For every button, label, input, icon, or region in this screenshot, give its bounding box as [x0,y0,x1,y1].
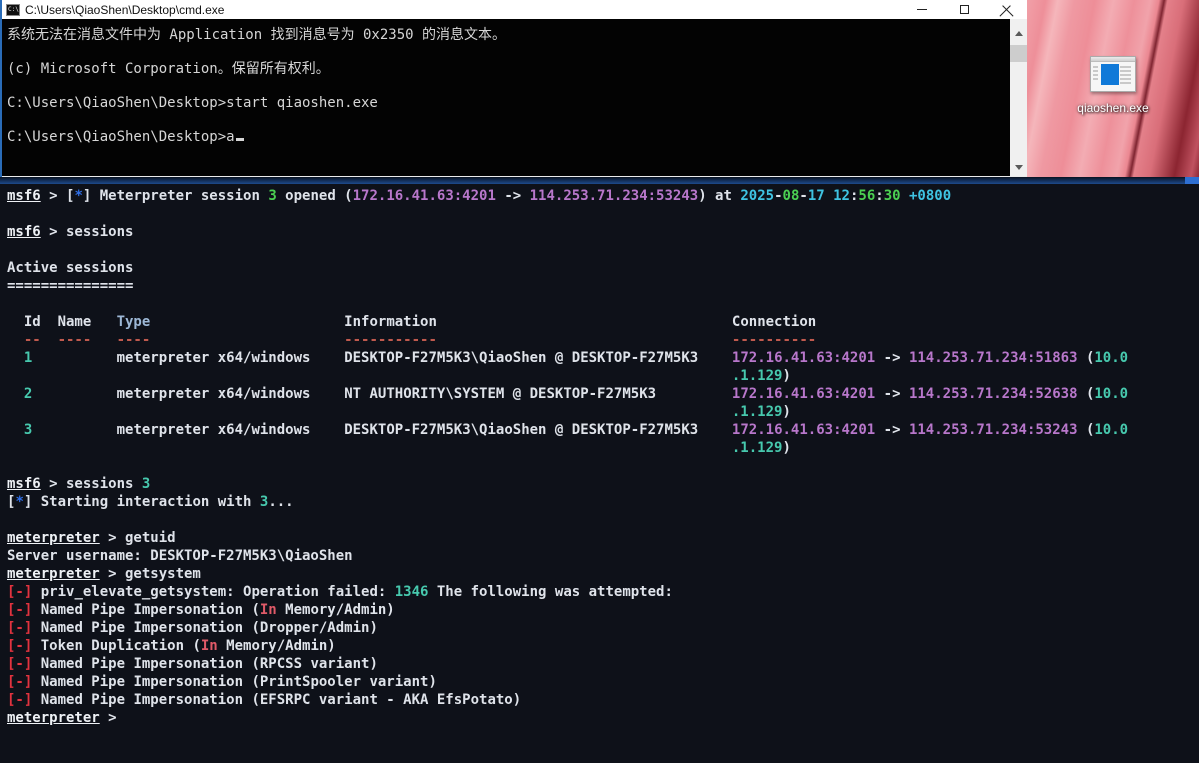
console-line: msf6 > sessions 3 [7,475,1199,493]
msf-window-top-border-accent [1185,177,1199,184]
desktop-wallpaper: qiaoshen.exe [1027,0,1199,177]
console-line: [-] Named Pipe Impersonation (Dropper/Ad… [7,619,1199,637]
msf-window-top-border [0,177,1199,184]
close-icon [1001,4,1012,15]
console-line: .1.129) [7,439,1199,457]
cmd-line: C:\Users\QiaoShen\Desktop>a [7,129,1010,163]
console-line: [-] Named Pipe Impersonation (RPCSS vari… [7,655,1199,673]
cmd-output[interactable]: 系统无法在消息文件中为 Application 找到消息号为 0x2350 的消… [2,19,1010,176]
maximize-icon [960,5,969,14]
cmd-window-title: C:\Users\QiaoShen\Desktop\cmd.exe [25,3,901,17]
cmd-line: (c) Microsoft Corporation。保留所有权利。 [7,61,1010,95]
console-line: Active sessions [7,259,1199,277]
cmd-app-icon [6,4,20,16]
console-line: =============== [7,277,1199,295]
console-line: [-] Token Duplication (In Memory/Admin) [7,637,1199,655]
console-line [7,205,1199,223]
console-line [7,511,1199,529]
console-line [7,241,1199,259]
console-line: meterpreter > getuid [7,529,1199,547]
console-line: meterpreter > getsystem [7,565,1199,583]
console-line: meterpreter > [7,709,1199,727]
scroll-down-button[interactable] [1010,159,1027,176]
console-line: .1.129) [7,403,1199,421]
console-line [7,295,1199,313]
cmd-line: C:\Users\QiaoShen\Desktop>start qiaoshen… [7,95,1010,129]
text-cursor [236,138,244,141]
console-line: Server username: DESKTOP-F27M5K3\QiaoShe… [7,547,1199,565]
minimize-icon [917,9,927,10]
desktop-icon-label: qiaoshen.exe [1043,101,1183,115]
console-line: -- ---- ---- ----------- ---------- [7,331,1199,349]
console-line: [-] Named Pipe Impersonation (In Memory/… [7,601,1199,619]
console-line: [*] Starting interaction with 3... [7,493,1199,511]
console-line: 3 meterpreter x64/windows DESKTOP-F27M5K… [7,421,1199,439]
cmd-window: C:\Users\QiaoShen\Desktop\cmd.exe 系统无法在消… [0,0,1027,177]
scrollbar-thumb[interactable] [1010,45,1027,62]
cmd-scrollbar[interactable] [1010,19,1027,176]
console-line: Id Name Type Information Connection [7,313,1199,331]
cmd-titlebar[interactable]: C:\Users\QiaoShen\Desktop\cmd.exe [2,0,1027,19]
console-line: [-] Named Pipe Impersonation (EFSRPC var… [7,691,1199,709]
arrow-down-icon [1015,165,1023,170]
close-button[interactable] [985,0,1027,19]
console-line: 1 meterpreter x64/windows DESKTOP-F27M5K… [7,349,1199,367]
scroll-up-button[interactable] [1010,25,1027,42]
exe-file-icon [1090,56,1136,92]
console-line: msf6 > [*] Meterpreter session 3 opened … [7,187,1199,205]
console-line [7,457,1199,475]
desktop-icon-qiaoshen-exe[interactable]: qiaoshen.exe [1043,56,1183,115]
minimize-button[interactable] [901,0,943,19]
maximize-button[interactable] [943,0,985,19]
arrow-up-icon [1015,31,1023,36]
cmd-line: 系统无法在消息文件中为 Application 找到消息号为 0x2350 的消… [7,27,1010,61]
screen: { "cmd_window": { "title": "C:\\Users\\Q… [0,0,1199,763]
msf-output[interactable]: msf6 > [*] Meterpreter session 3 opened … [7,187,1199,727]
console-line: [-] priv_elevate_getsystem: Operation fa… [7,583,1199,601]
msf-console-window[interactable]: msf6 > [*] Meterpreter session 3 opened … [0,177,1199,763]
console-line: .1.129) [7,367,1199,385]
console-line: 2 meterpreter x64/windows NT AUTHORITY\S… [7,385,1199,403]
console-line: msf6 > sessions [7,223,1199,241]
cmd-console[interactable]: 系统无法在消息文件中为 Application 找到消息号为 0x2350 的消… [2,19,1027,177]
console-line: [-] Named Pipe Impersonation (PrintSpool… [7,673,1199,691]
